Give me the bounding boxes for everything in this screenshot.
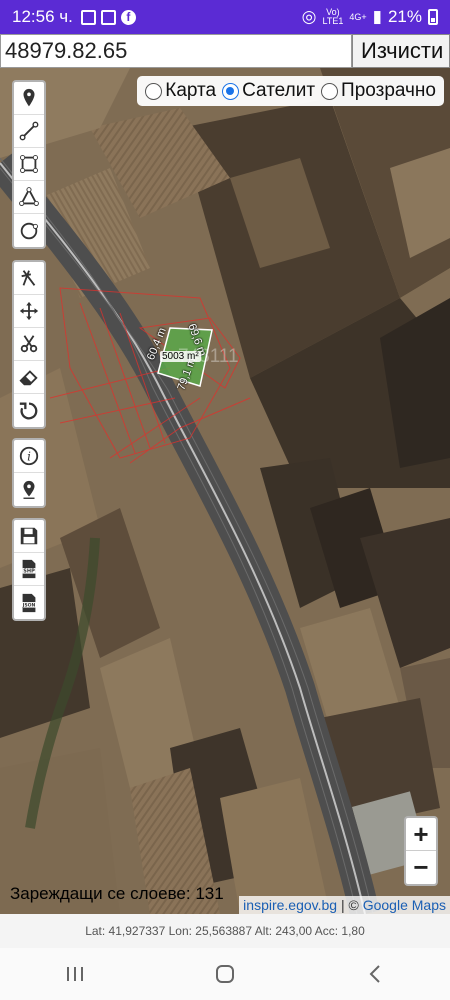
draw-polygon-button[interactable] xyxy=(14,181,44,214)
draw-marker-button[interactable] xyxy=(14,82,44,115)
layer-option-map[interactable]: Карта xyxy=(145,80,216,102)
gallery-icon xyxy=(80,9,96,25)
battery-icon xyxy=(428,9,438,25)
marker-icon xyxy=(23,88,35,107)
back-icon xyxy=(369,965,380,983)
facebook-icon: f xyxy=(120,9,136,25)
rotate-tool-button[interactable] xyxy=(14,394,44,427)
save-button[interactable] xyxy=(14,520,44,553)
radio-transparent[interactable] xyxy=(321,82,339,100)
path-icon xyxy=(19,187,39,206)
clear-button[interactable]: Изчисти xyxy=(352,34,450,68)
export-toolbar: SHP JSON xyxy=(12,518,46,621)
satellite-imagery xyxy=(0,68,450,914)
recent-apps-icon xyxy=(67,967,83,981)
layers-loading-status: Зареждащи се слоеве: 131 xyxy=(10,884,224,903)
attribution-google-link[interactable]: Google Maps xyxy=(363,897,446,913)
status-bar: 12:56 ч. f ◎ Vo) LTE1 4G+ ▮ 21% xyxy=(0,0,450,34)
lte-label: LTE1 xyxy=(322,16,344,26)
zoom-control: + − xyxy=(404,816,438,886)
layer-selector: Карта Сателит Прозрачно xyxy=(137,76,444,106)
info-icon: i xyxy=(19,446,39,466)
move-icon xyxy=(19,301,39,321)
map-attribution: inspire.egov.bg | © Google Maps xyxy=(239,896,450,914)
attribution-separator: | © xyxy=(337,897,363,913)
info-button[interactable]: i xyxy=(14,440,44,473)
export-shp-button[interactable]: SHP xyxy=(14,553,44,586)
cut-tool-button[interactable] xyxy=(14,262,44,295)
pin-location-icon xyxy=(23,480,35,499)
search-bar: Изчисти xyxy=(0,34,450,68)
layer-option-satellite[interactable]: Сателит xyxy=(222,80,315,102)
json-export-icon: JSON xyxy=(20,593,38,612)
radio-satellite[interactable] xyxy=(222,82,240,100)
radio-map[interactable] xyxy=(145,82,163,100)
home-icon xyxy=(216,965,234,983)
info-toolbar: i xyxy=(12,438,46,508)
battery-percent: 21% xyxy=(387,7,422,26)
attribution-source-link[interactable]: inspire.egov.bg xyxy=(243,897,337,913)
gps-info-bar: Lat: 41,927337 Lon: 25,563887 Alt: 243,0… xyxy=(0,914,450,948)
zoom-out-button[interactable]: − xyxy=(406,851,436,884)
map-view[interactable]: 748111 60,4 m 69,6 m 79,1 m 5003 m² Карт… xyxy=(0,68,450,914)
save-icon xyxy=(20,527,38,545)
eraser-icon xyxy=(19,370,38,386)
clock: 12:56 ч. xyxy=(12,7,73,26)
polygon-icon xyxy=(20,155,38,173)
svg-text:JSON: JSON xyxy=(22,602,36,608)
network-gen-label: 4G+ xyxy=(349,11,367,22)
move-tool-button[interactable] xyxy=(14,295,44,328)
draw-polyline-button[interactable] xyxy=(14,115,44,148)
zoom-in-button[interactable]: + xyxy=(406,818,436,851)
polyline-icon xyxy=(19,121,39,141)
shp-export-icon: SHP xyxy=(22,559,36,579)
edit-toolbar xyxy=(12,260,46,429)
back-button[interactable] xyxy=(355,959,395,989)
home-button[interactable] xyxy=(205,959,245,989)
gps-readout: Lat: 41,927337 Lon: 25,563887 Alt: 243,0… xyxy=(85,924,365,938)
locate-button[interactable] xyxy=(14,473,44,506)
cut-icon xyxy=(21,270,36,286)
svg-text:SHP: SHP xyxy=(23,569,35,575)
area-label: 5003 m² xyxy=(160,351,201,362)
svg-text:i: i xyxy=(27,450,31,464)
draw-toolbar xyxy=(12,80,46,249)
recent-apps-button[interactable] xyxy=(55,959,95,989)
draw-rectangle-button[interactable] xyxy=(14,148,44,181)
wifi-icon: ◎ xyxy=(301,7,317,26)
circle-icon xyxy=(20,222,38,239)
scissors-icon xyxy=(20,335,38,353)
rotate-icon xyxy=(19,402,38,419)
draw-circle-button[interactable] xyxy=(14,214,44,247)
calendar-icon xyxy=(100,9,116,25)
export-json-button[interactable]: JSON xyxy=(14,586,44,619)
split-tool-button[interactable] xyxy=(14,328,44,361)
signal-icon: ▮ xyxy=(372,7,382,26)
system-nav-bar xyxy=(0,948,450,1000)
parcel-search-input[interactable] xyxy=(0,34,352,68)
eraser-tool-button[interactable] xyxy=(14,361,44,394)
layer-option-transparent[interactable]: Прозрачно xyxy=(321,80,436,102)
